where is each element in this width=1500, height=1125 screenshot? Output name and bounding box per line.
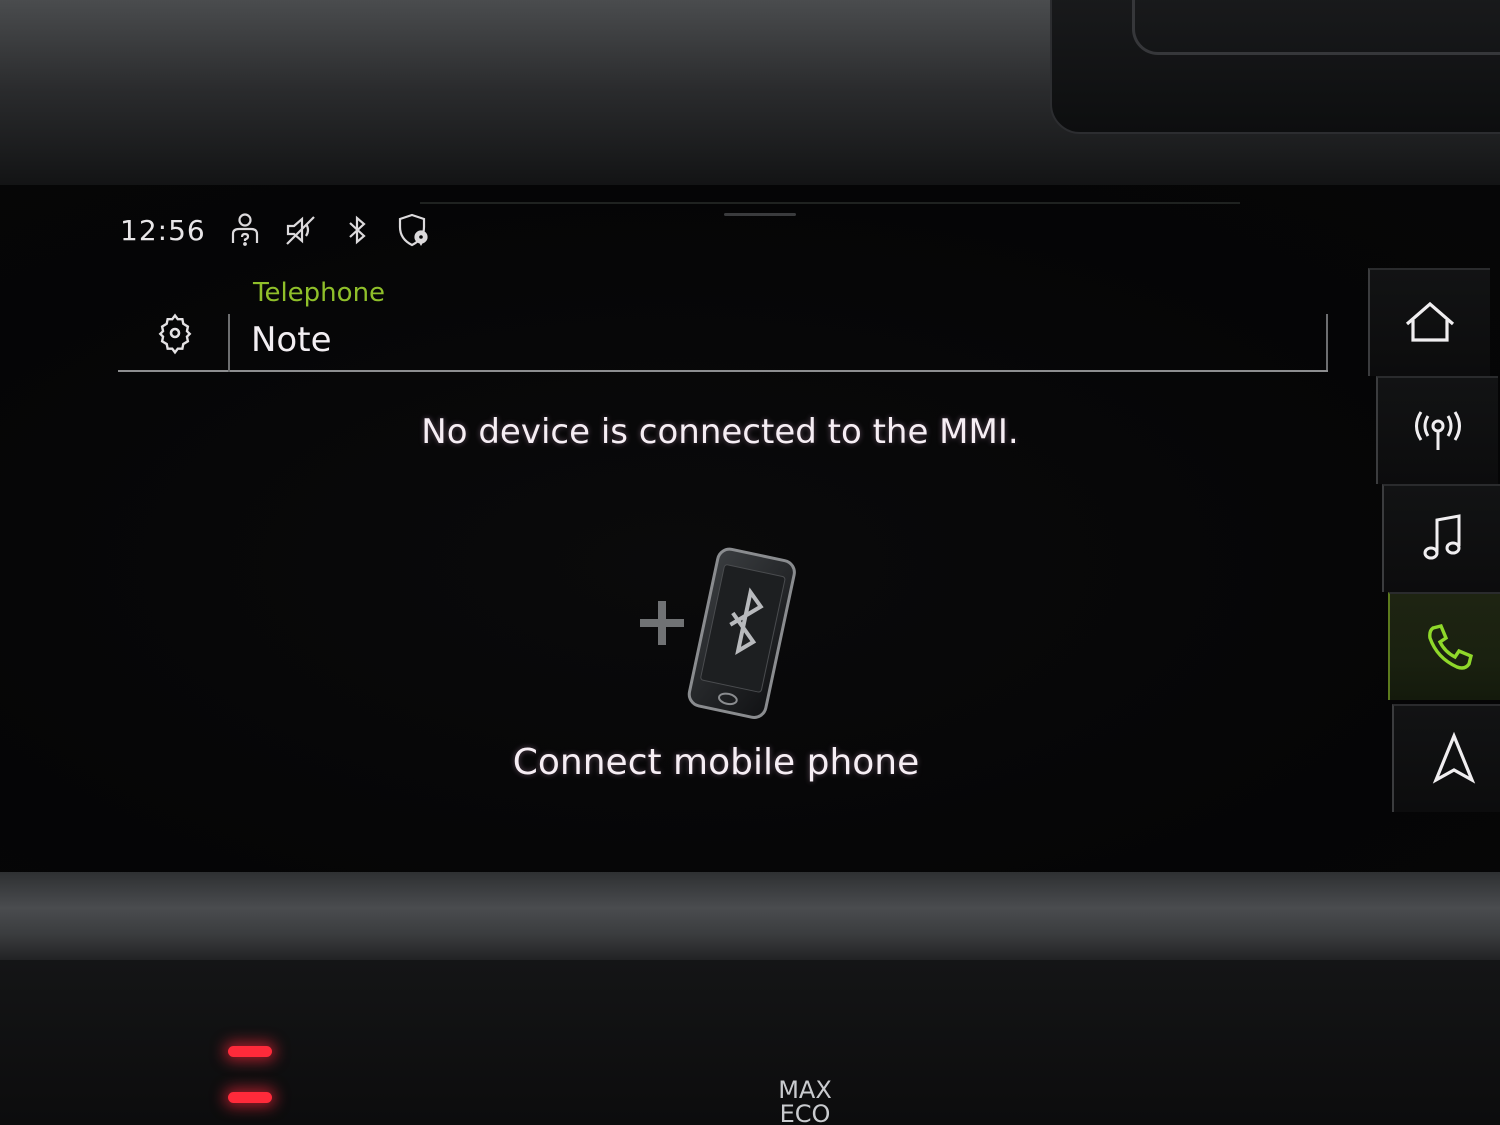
location-shield-icon [398,213,428,247]
header-edge [1326,314,1328,370]
bluetooth-icon [348,215,366,245]
screen-bezel [0,872,1500,962]
connect-phone-button[interactable] [630,545,800,730]
status-bar: 12:56 [120,208,430,252]
nav-phone[interactable] [1388,592,1500,700]
eco-label[interactable]: ECO [770,1102,840,1125]
passenger-user-icon [231,213,258,246]
nav-media[interactable] [1382,484,1500,592]
breadcrumb[interactable]: Telephone [253,278,385,308]
gear-icon [158,313,192,355]
radio-icon [1415,411,1461,450]
settings-button[interactable] [148,306,202,360]
phone-icon [1428,623,1474,670]
nav-home[interactable] [1368,268,1490,376]
nav-radio[interactable] [1376,376,1498,484]
clock: 12:56 [120,213,206,247]
page-title: Note [251,320,332,360]
top-edge-line [420,202,1240,204]
mute-icon [285,216,315,245]
page-header: Telephone Note [118,270,1328,372]
music-icon [1423,514,1461,560]
home-icon [1405,301,1455,342]
max-label[interactable]: MAX [770,1078,840,1102]
connect-mobile-phone-label[interactable]: Connect mobile phone [300,742,1132,783]
nav-navigation[interactable] [1392,704,1500,812]
navigation-icon [1432,731,1476,784]
seat-heat-led-top [228,1046,272,1057]
no-device-message: No device is connected to the MMI. [421,412,1019,452]
dashboard-trim [1050,0,1500,134]
add-bluetooth-phone-icon [640,547,796,719]
header-divider [228,314,230,372]
seat-heat-led-bottom [228,1092,272,1103]
car-dashboard: 12:56 Telephone Note No device is connec… [0,0,1500,1125]
pull-down-handle[interactable] [724,213,796,216]
climate-panel: MAX ECO [0,960,1500,1125]
